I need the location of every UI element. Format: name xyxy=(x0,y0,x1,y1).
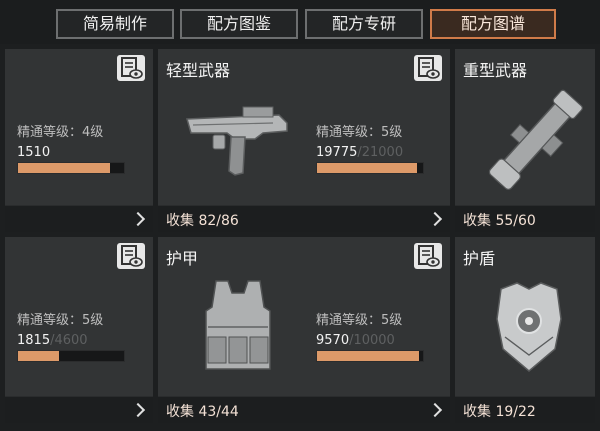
mastery-bar xyxy=(17,162,125,174)
collection-count: 收集 19/22 xyxy=(463,404,536,420)
chevron-right-icon[interactable] xyxy=(427,211,443,227)
submachine-gun-icon xyxy=(186,106,288,176)
mastery-bar xyxy=(17,350,125,362)
card-footer[interactable]: 收集 19/22 xyxy=(455,396,595,423)
chevron-right-icon[interactable] xyxy=(427,402,443,418)
tactical-vest-icon xyxy=(205,280,271,370)
chevron-right-icon[interactable] xyxy=(130,211,146,227)
card-footer[interactable] xyxy=(5,396,153,423)
recipe-card-armor[interactable]: 护甲 精通等级：5级 9570/10000 收集 43/44 xyxy=(158,237,450,423)
card-footer[interactable]: 收集 82/86 xyxy=(158,205,450,232)
codex-view-icon[interactable] xyxy=(414,243,442,269)
card-title: 轻型武器 xyxy=(166,61,231,80)
card-footer[interactable]: 收集 55/60 xyxy=(455,205,595,232)
mastery-bar xyxy=(316,350,424,362)
codex-view-icon[interactable] xyxy=(117,55,145,81)
tab-simple-craft[interactable]: 简易制作 xyxy=(56,9,174,39)
mastery-level: 精通等级：5级 xyxy=(316,125,403,140)
card-footer[interactable] xyxy=(5,205,153,232)
tab-recipe-atlas[interactable]: 配方图谱 xyxy=(430,9,556,39)
tab-bar: 简易制作 配方图鉴 配方专研 配方图谱 xyxy=(0,0,600,44)
card-title: 护甲 xyxy=(166,249,199,268)
recipe-card-heavy-weapon[interactable]: 重型武器 收集 55/60 xyxy=(455,49,595,232)
tab-recipe-research[interactable]: 配方专研 xyxy=(305,9,423,39)
rocket-launcher-icon xyxy=(488,89,583,190)
mastery-progress: 1510 xyxy=(17,145,51,160)
recipe-card-partial-top[interactable]: 精通等级：4级 1510 xyxy=(5,49,153,232)
codex-view-icon[interactable] xyxy=(414,55,442,81)
card-footer[interactable]: 收集 43/44 xyxy=(158,396,450,423)
mastery-level: 精通等级：4级 xyxy=(17,125,104,140)
card-title: 重型武器 xyxy=(463,61,528,80)
mastery-bar xyxy=(316,162,424,174)
recipe-card-light-weapon[interactable]: 轻型武器 精通等级：5级 19775/21000 收集 82/86 xyxy=(158,49,450,232)
mastery-progress: 19775/21000 xyxy=(316,145,404,160)
collection-count: 收集 82/86 xyxy=(166,213,239,229)
mastery-progress: 1815/4600 xyxy=(17,333,88,348)
chest-shield-icon xyxy=(496,282,562,372)
codex-view-icon[interactable] xyxy=(117,243,145,269)
chevron-right-icon[interactable] xyxy=(130,402,146,418)
mastery-progress: 9570/10000 xyxy=(316,333,395,348)
tab-recipe-codex[interactable]: 配方图鉴 xyxy=(180,9,298,39)
collection-count: 收集 55/60 xyxy=(463,213,536,229)
mastery-level: 精通等级：5级 xyxy=(17,313,104,328)
mastery-level: 精通等级：5级 xyxy=(316,313,403,328)
recipe-card-partial-bottom[interactable]: 精通等级：5级 1815/4600 xyxy=(5,237,153,423)
collection-count: 收集 43/44 xyxy=(166,404,239,420)
recipe-card-shield[interactable]: 护盾 收集 19/22 xyxy=(455,237,595,423)
card-title: 护盾 xyxy=(463,249,496,268)
